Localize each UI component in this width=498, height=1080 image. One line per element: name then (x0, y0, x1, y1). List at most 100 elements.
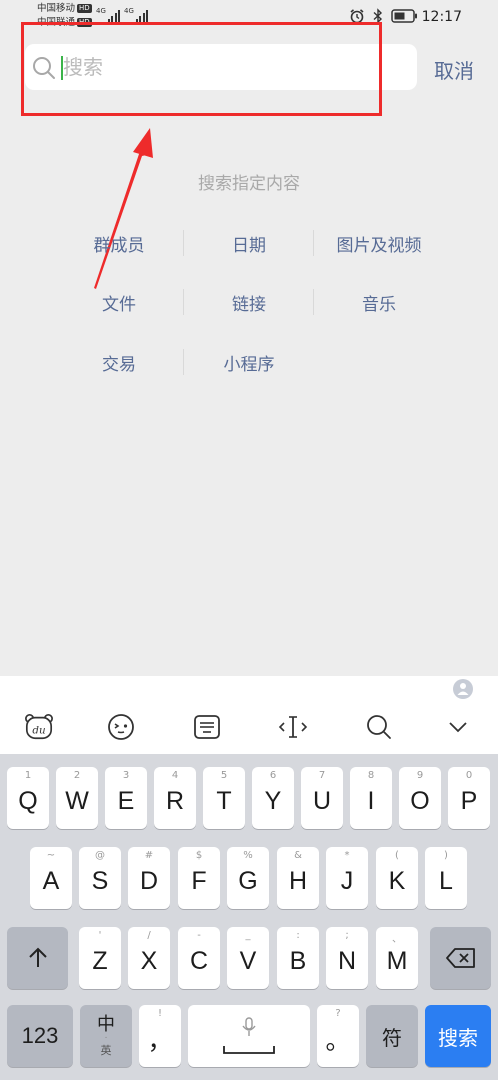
key-label: E (117, 786, 135, 815)
signal-strength-2-icon: 4G (124, 7, 149, 23)
key-sub-label: 6 (269, 770, 277, 781)
key-label: O (410, 786, 430, 815)
comma-key[interactable]: ! ， (139, 1005, 181, 1067)
key-sub-label: 8 (367, 770, 375, 781)
floating-assistant-icon[interactable] (452, 678, 474, 700)
key-e[interactable]: 3E (105, 767, 147, 829)
key-p[interactable]: 0P (448, 767, 490, 829)
key-h[interactable]: & H (277, 847, 319, 909)
key-label: I (367, 786, 375, 815)
key-i[interactable]: 8I (350, 767, 392, 829)
key-v[interactable]: _ V (227, 927, 269, 989)
key-o[interactable]: 9O (399, 767, 441, 829)
emoji-icon[interactable] (106, 712, 136, 742)
key-label: S (91, 866, 109, 895)
filter-row: 交易 小程序 (54, 347, 444, 377)
key-label: R (165, 786, 185, 815)
carrier-1: 中国移动 HD (37, 3, 92, 14)
key-label: X (140, 946, 158, 975)
key-s[interactable]: @ S (79, 847, 121, 909)
lang-dot-label: · (104, 1032, 108, 1043)
key-u[interactable]: 7U (301, 767, 343, 829)
cursor-icon[interactable] (278, 712, 308, 742)
filter-group-members[interactable]: 群成员 (54, 228, 184, 258)
svg-text:du: du (32, 725, 45, 737)
key-sub-label: ! (157, 1008, 162, 1019)
filter-mini-programs[interactable]: 小程序 (184, 347, 314, 377)
key-label: 。 (325, 1027, 351, 1055)
key-j[interactable]: * J (326, 847, 368, 909)
key-label: D (139, 866, 159, 895)
key-sub-label: @ (95, 850, 105, 861)
keyboard-search-icon[interactable] (364, 712, 394, 742)
filter-files[interactable]: 文件 (54, 287, 184, 317)
key-label: W (65, 786, 89, 815)
key-label: Q (18, 786, 38, 815)
period-key[interactable]: ? 。 (317, 1005, 359, 1067)
filter-music[interactable]: 音乐 (314, 287, 444, 317)
symbols-key[interactable]: 符 (366, 1005, 418, 1067)
key-d[interactable]: # D (128, 847, 170, 909)
key-sub-label: - (197, 930, 201, 941)
key-a[interactable]: ~ A (30, 847, 72, 909)
status-bar: 中国移动 HD 中国联通 HD 4G 4G 12:17 (0, 0, 498, 36)
search-hint-title: 搜索指定内容 (198, 174, 300, 194)
key-b[interactable]: :B (277, 927, 319, 989)
cancel-button[interactable]: 取消 (434, 55, 474, 84)
key-sub-label: # (144, 850, 154, 861)
filter-row: 群成员 日期 图片及视频 (54, 228, 444, 258)
key-t[interactable]: 5T (203, 767, 245, 829)
key-z[interactable]: ' Z (79, 927, 121, 989)
backspace-icon (445, 948, 475, 968)
signal-strength-1-icon: 4G (96, 7, 121, 23)
filter-row: 文件 链接 音乐 (54, 287, 444, 317)
carrier-2-name: 中国联通 (37, 17, 76, 28)
du-bear-icon[interactable]: du (24, 712, 54, 742)
key-sub-label: 9 (416, 770, 424, 781)
key-label: H (288, 866, 308, 895)
search-input[interactable] (63, 50, 403, 84)
space-key[interactable] (188, 1005, 310, 1067)
key-g[interactable]: % G (227, 847, 269, 909)
key-m[interactable]: 、 M (376, 927, 418, 989)
backspace-key[interactable] (430, 927, 491, 989)
space-bar-icon (223, 1046, 275, 1054)
numbers-key[interactable]: 123 (7, 1005, 73, 1067)
key-sub-label: & (294, 850, 302, 861)
key-label: G (238, 866, 258, 895)
filter-transactions[interactable]: 交易 (54, 347, 184, 377)
key-sub-label: ~ (46, 850, 56, 861)
language-switch-key[interactable]: 中 · 英 (80, 1005, 132, 1067)
key-sub-label: $ (195, 850, 203, 861)
key-q[interactable]: 1Q (7, 767, 49, 829)
key-k[interactable]: (K (376, 847, 418, 909)
search-submit-key[interactable]: 搜索 (425, 1005, 491, 1067)
filter-links[interactable]: 链接 (184, 287, 314, 317)
key-x[interactable]: / X (128, 927, 170, 989)
shift-key[interactable] (7, 927, 68, 989)
filter-images-videos[interactable]: 图片及视频 (314, 228, 444, 258)
alarm-icon (350, 9, 364, 24)
battery-icon (391, 9, 417, 23)
search-icon (31, 55, 57, 81)
filter-date[interactable]: 日期 (184, 228, 314, 258)
key-r[interactable]: 4R (154, 767, 196, 829)
key-label: J (340, 866, 354, 895)
key-w[interactable]: 2W (56, 767, 98, 829)
search-bar[interactable] (25, 44, 417, 90)
keyboard-toolbar (0, 676, 498, 754)
collapse-keyboard-chevron-down-icon[interactable] (443, 712, 473, 742)
network-type-2: 4G (124, 7, 134, 15)
network-type-1: 4G (96, 7, 106, 15)
key-label: F (191, 866, 207, 895)
key-sub-label: 3 (122, 770, 130, 781)
keyboard-layout-icon[interactable] (192, 712, 222, 742)
key-c[interactable]: -C (178, 927, 220, 989)
key-label: T (216, 786, 232, 815)
key-y[interactable]: 6Y (252, 767, 294, 829)
key-label: N (337, 946, 357, 975)
key-n[interactable]: ; N (326, 927, 368, 989)
carrier-1-name: 中国移动 (37, 3, 76, 14)
key-f[interactable]: $ F (178, 847, 220, 909)
key-l[interactable]: ) L (425, 847, 467, 909)
